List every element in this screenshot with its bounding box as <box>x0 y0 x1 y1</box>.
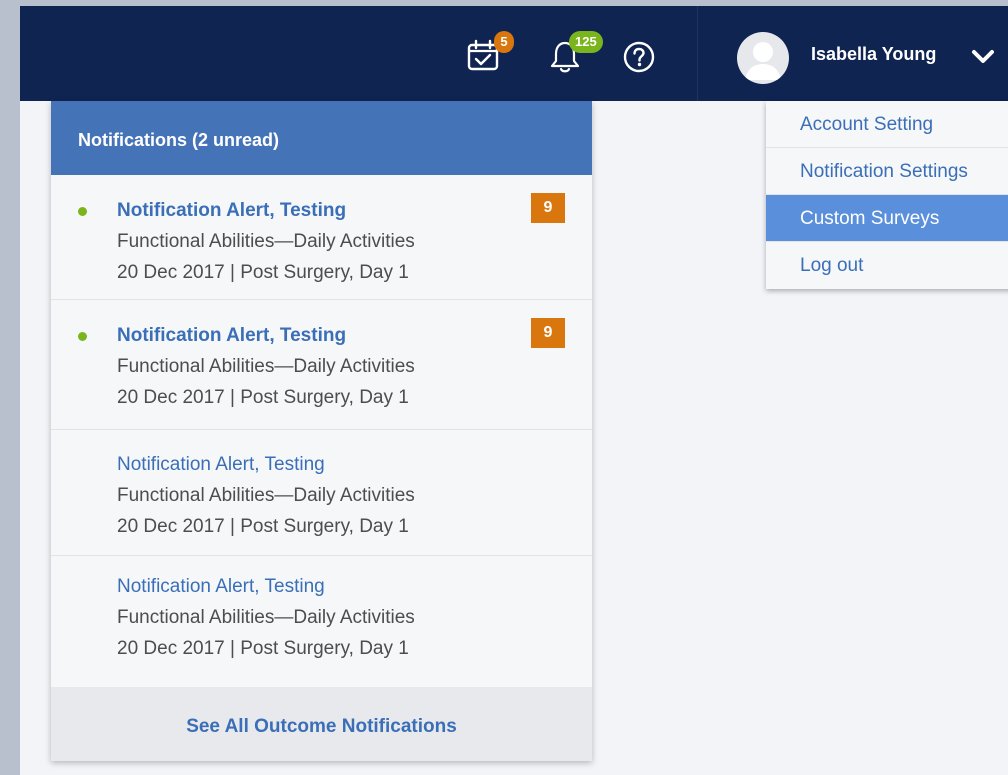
notification-item[interactable]: Notification Alert, Testing Functional A… <box>51 430 592 556</box>
notification-title[interactable]: Notification Alert, Testing <box>117 572 592 602</box>
topbar-divider <box>697 6 698 101</box>
chevron-down-icon <box>971 50 995 69</box>
help-button[interactable] <box>623 41 655 73</box>
notifications-header: Notifications (2 unread) <box>51 101 592 175</box>
notification-count-badge: 125 <box>569 31 603 53</box>
notification-title[interactable]: Notification Alert, Testing <box>117 450 592 480</box>
notification-item[interactable]: Notification Alert, Testing Functional A… <box>51 556 592 682</box>
notification-title[interactable]: Notification Alert, Testing <box>117 321 592 351</box>
unread-dot <box>78 332 87 341</box>
menu-item-log-out[interactable]: Log out <box>766 242 1008 289</box>
user-name[interactable]: Isabella Young <box>811 44 936 65</box>
app-window: 5 125 Isabella Young Notifications (2 un… <box>20 6 1008 775</box>
notification-date: 20 Dec 2017 | Post Surgery, Day 1 <box>117 387 409 408</box>
notification-item[interactable]: Notification Alert, Testing Functional A… <box>51 175 592 300</box>
see-all-notifications-link[interactable]: See All Outcome Notifications <box>51 687 592 761</box>
top-navigation-bar: 5 125 Isabella Young <box>20 6 1008 101</box>
notification-category: Functional Abilities—Daily Activities <box>117 231 415 252</box>
avatar[interactable] <box>737 32 789 84</box>
menu-item-custom-surveys[interactable]: Custom Surveys <box>766 195 1008 242</box>
help-icon <box>623 41 655 73</box>
notification-item[interactable]: Notification Alert, Testing Functional A… <box>51 300 592 430</box>
notification-date: 20 Dec 2017 | Post Surgery, Day 1 <box>117 516 409 537</box>
calendar-count-badge: 5 <box>494 31 514 53</box>
notification-category: Functional Abilities—Daily Activities <box>117 485 415 506</box>
notifications-panel: Notifications (2 unread) Notification Al… <box>51 101 592 761</box>
menu-item-account-setting[interactable]: Account Setting <box>766 101 1008 148</box>
user-menu-toggle[interactable] <box>971 49 995 70</box>
notification-title[interactable]: Notification Alert, Testing <box>117 196 592 226</box>
notification-date: 20 Dec 2017 | Post Surgery, Day 1 <box>117 638 409 659</box>
notification-category: Functional Abilities—Daily Activities <box>117 356 415 377</box>
notification-category: Functional Abilities—Daily Activities <box>117 607 415 628</box>
notification-date: 20 Dec 2017 | Post Surgery, Day 1 <box>117 262 409 283</box>
account-dropdown-menu: Account Setting Notification Settings Cu… <box>766 101 1008 289</box>
notification-count-badge: 9 <box>531 318 565 348</box>
unread-dot <box>78 207 87 216</box>
notification-count-badge: 9 <box>531 193 565 223</box>
menu-item-notification-settings[interactable]: Notification Settings <box>766 148 1008 195</box>
